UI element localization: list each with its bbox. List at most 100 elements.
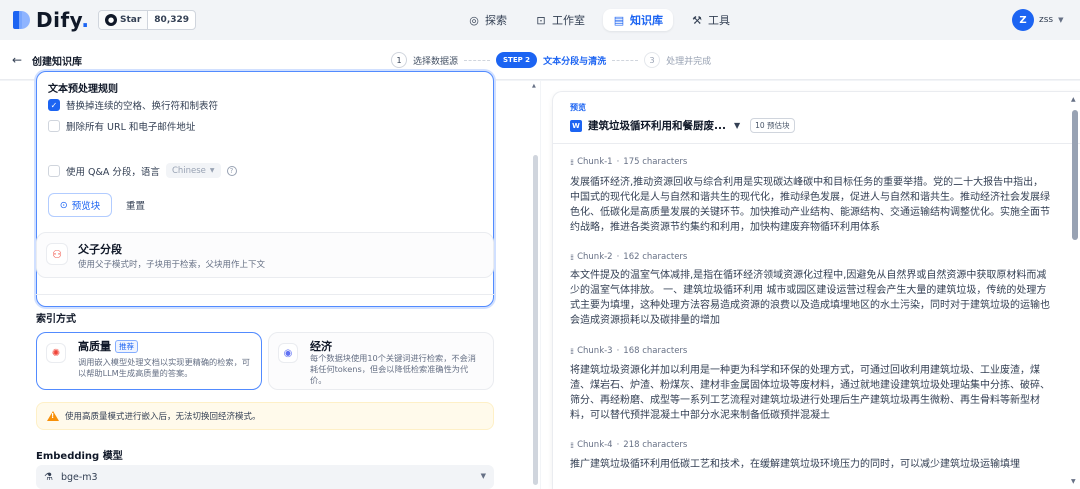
document-icon: W: [570, 119, 582, 132]
nav-item-label: 知识库: [630, 14, 663, 27]
reset-button[interactable]: 重置: [126, 193, 145, 217]
scroll-down-icon[interactable]: ▼: [1071, 478, 1076, 485]
option-remove-urls[interactable]: 删除所有 URL 和电子邮件地址: [48, 119, 195, 133]
scroll-up-icon[interactable]: ▲: [1071, 96, 1076, 103]
stepper: 1 选择数据源 STEP 2 文本分段与清洗 3 处理并完成: [391, 51, 711, 69]
scroll-up-icon[interactable]: ▲: [532, 83, 536, 89]
nav-item-label: 工具: [708, 14, 730, 27]
star-count: 80,329: [154, 15, 190, 25]
grip-icon: ⁞⁞: [570, 157, 574, 167]
chunk-text: 将建筑垃圾资源化并加以利用是一种更为科学和环保的处理方式，可通过回收利用建筑垃圾…: [570, 365, 1050, 421]
economy-title: 经济: [310, 338, 332, 354]
step-2: STEP 2 文本分段与清洗: [496, 52, 606, 68]
robot-icon: ⊡: [536, 13, 546, 27]
step-1: 1 选择数据源: [391, 52, 458, 68]
chunk-count-badge: 10 预估块: [750, 118, 795, 133]
high-quality-icon: ✺: [46, 343, 66, 363]
step-label: 处理并完成: [666, 56, 712, 67]
chunk-header: ⁞⁞ Chunk-1 · 175 characters: [570, 157, 687, 167]
chunk-chars: 218 characters: [623, 440, 688, 450]
embedding-title: Embedding 模型: [36, 451, 123, 462]
separator: ·: [616, 157, 620, 167]
step-divider: [464, 59, 491, 61]
nav-item-explore[interactable]: ◎ 探索: [458, 9, 517, 31]
checkbox-checked-icon[interactable]: ✓: [48, 99, 60, 111]
high-quality-title: 高质量 推荐: [78, 338, 138, 354]
chunk-chars: 168 characters: [623, 346, 688, 356]
info-icon[interactable]: ?: [226, 165, 237, 176]
model-icon: ⚗: [44, 471, 53, 483]
chevron-down-icon: ▼: [480, 472, 486, 480]
left-scrollbar[interactable]: [533, 155, 538, 485]
separator: ·: [616, 346, 620, 356]
grip-icon: ⁞⁞: [570, 346, 574, 356]
chunk-title: Chunk-1: [577, 157, 613, 167]
step-number: STEP 2: [496, 52, 538, 68]
step-divider: [612, 59, 639, 61]
nav-item-tools[interactable]: ⚒ 工具: [681, 9, 740, 31]
github-star-button[interactable]: ● Star 80,329: [98, 10, 197, 30]
compass-icon: ◎: [469, 13, 479, 27]
index-section-title: 索引方式: [36, 314, 76, 325]
warning-text: 使用高质量模式进行嵌入后，无法切换回经济模式。: [65, 412, 261, 422]
chunk-text: 发展循环经济,推动资源回收与综合利用是实现碳达峰碳中和目标任务的重要举措。党的二…: [570, 177, 1050, 233]
economy-desc: 每个数据块使用10个关键词进行检索，不会消耗任何tokens，但会以降低检索准确…: [310, 353, 476, 385]
dify-logo-icon: [12, 10, 32, 30]
wrench-icon: ⚒: [692, 13, 702, 27]
language-value: Chinese: [171, 165, 206, 176]
back-arrow-icon[interactable]: ←: [12, 53, 22, 67]
chunk-text: 本文件提及的温室气体减排,是指在循环经济领域资源化过程中,因避免从自然界或自然资…: [570, 270, 1050, 326]
preview-button-label: 预览块: [71, 201, 101, 212]
nav-item-knowledge[interactable]: ▤ 知识库: [603, 9, 673, 31]
piggy-bank-icon: ◉: [278, 343, 298, 363]
preview-file-selector[interactable]: W 建筑垃圾循环利用和餐厨废... ▼ 10 预估块: [570, 118, 795, 133]
language-select[interactable]: Chinese ▼: [165, 163, 221, 178]
star-label: Star: [120, 15, 142, 25]
option-remove-spaces[interactable]: ✓ 替换掉连续的空格、换行符和制表符: [48, 98, 218, 112]
chunk-title: Chunk-2: [577, 252, 613, 262]
chevron-down-icon: ▼: [209, 167, 215, 174]
economy-label: 经济: [310, 340, 332, 353]
chunk-header: ⁞⁞ Chunk-2 · 162 characters: [570, 252, 687, 262]
high-quality-label: 高质量: [78, 340, 111, 353]
preview-chunks-button[interactable]: ⊙ 预览块: [48, 193, 112, 217]
step-3: 3 处理并完成: [644, 52, 711, 68]
warning-icon: !: [47, 411, 59, 421]
option-label: 替换掉连续的空格、换行符和制表符: [66, 101, 219, 112]
logo-text: Dify: [36, 8, 82, 32]
embedding-model-select[interactable]: ⚗ bge-m3 ▼: [36, 465, 494, 489]
grip-icon: ⁞⁞: [570, 440, 574, 450]
preview-scrollbar[interactable]: [1072, 110, 1078, 240]
nav-item-studio[interactable]: ⊡ 工作室: [525, 9, 595, 31]
option-qa-segment[interactable]: 使用 Q&A 分段，语言 Chinese ▼ ?: [48, 163, 237, 178]
chunk-chars: 175 characters: [623, 157, 688, 167]
chunk-header: ⁞⁞ Chunk-3 · 168 characters: [570, 346, 687, 356]
separator: ·: [616, 440, 620, 450]
recommended-badge: 推荐: [115, 339, 138, 353]
chunk-chars: 162 characters: [623, 252, 688, 262]
rules-title: 文本预处理规则: [48, 84, 118, 95]
github-icon: ●: [105, 14, 117, 26]
book-icon: ▤: [613, 13, 625, 27]
grip-icon: ⁞⁞: [570, 252, 574, 262]
chunk-title: Chunk-4: [577, 440, 613, 450]
avatar: Z: [1012, 9, 1034, 31]
qa-label: 使用 Q&A 分段，语言: [66, 166, 160, 178]
checkbox-icon[interactable]: [48, 164, 60, 177]
chunk-header: ⁞⁞ Chunk-4 · 218 characters: [570, 440, 687, 450]
nav-item-label: 探索: [485, 14, 507, 27]
warning-banner: ! 使用高质量模式进行嵌入后，无法切换回经济模式。: [36, 402, 494, 430]
separator: ·: [616, 252, 620, 262]
preview-label: 预览: [570, 103, 586, 112]
checkbox-icon[interactable]: [48, 120, 60, 132]
search-icon: ⊙: [59, 199, 68, 211]
chunk-title: Chunk-3: [577, 346, 613, 356]
dify-logo[interactable]: Dify.: [12, 8, 89, 32]
high-quality-desc: 调用嵌入模型处理文档以实现更精确的检索，可以帮助LLM生成高质量的答案。: [78, 357, 250, 378]
chevron-down-icon: ▼: [1058, 16, 1064, 24]
main-nav: ◎ 探索 ⊡ 工作室 ▤ 知识库 ⚒ 工具: [458, 9, 740, 31]
chunk-text: 推广建筑垃圾循环利用低碳工艺和技术，在缓解建筑垃圾环境压力的同时，可以减少建筑垃…: [570, 459, 1020, 470]
chevron-down-icon: ▼: [733, 121, 741, 130]
step-number: 1: [391, 52, 407, 68]
user-menu[interactable]: Z zss ▼: [1012, 9, 1064, 31]
